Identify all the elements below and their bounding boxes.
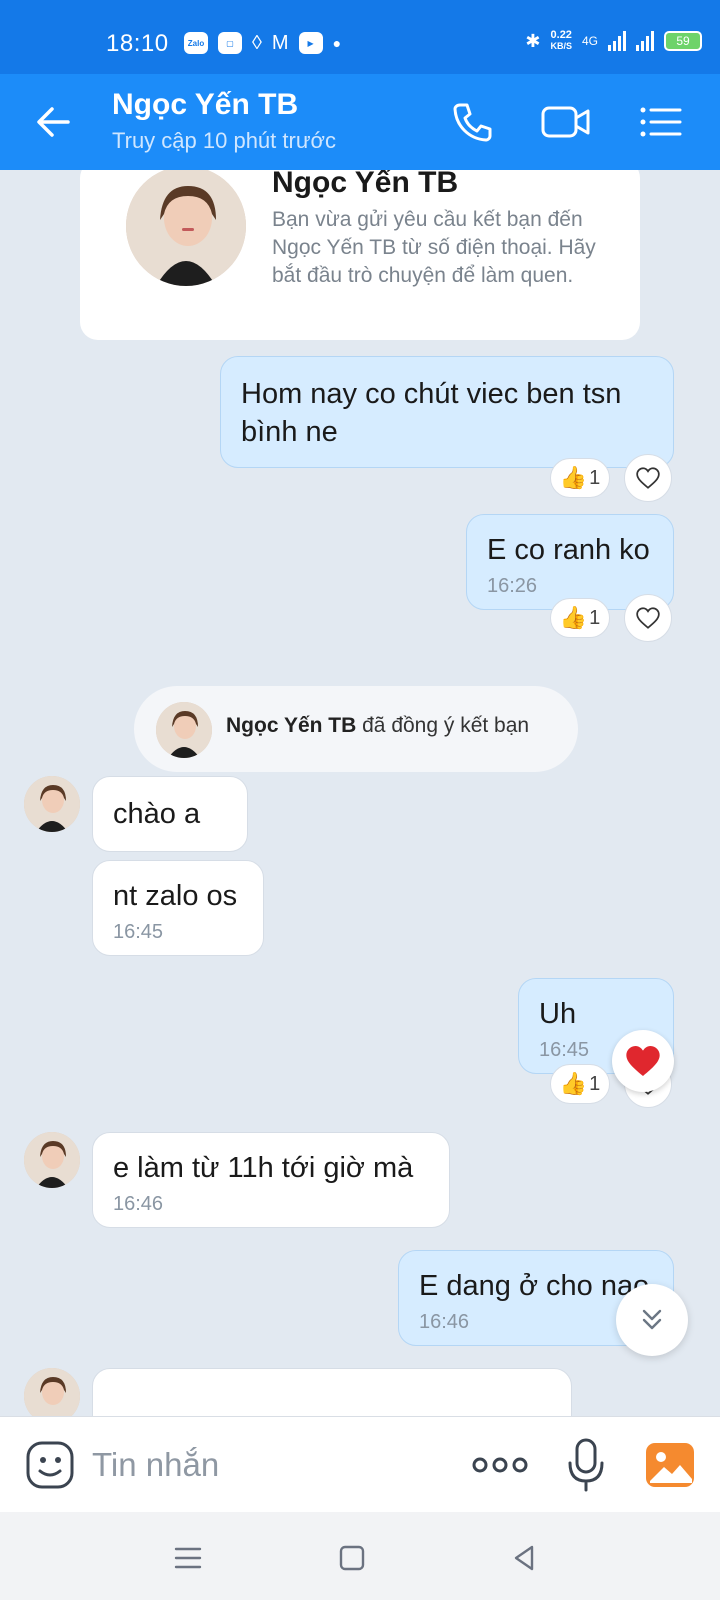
message-bubble-incoming[interactable]: chào a	[92, 776, 248, 852]
message-time: 16:26	[487, 575, 538, 597]
heart-reaction-animation	[612, 1030, 674, 1092]
message-text: Uh	[539, 998, 577, 1030]
back-arrow-icon[interactable]	[34, 102, 74, 142]
heart-outline-icon	[636, 467, 660, 489]
vpn-diamond-icon: ◊	[252, 32, 262, 54]
gmail-icon: M	[271, 32, 289, 54]
message-bubble-incoming[interactable]: e làm từ 11h tới giờ mà 16:46	[92, 1132, 450, 1228]
heart-reaction-button[interactable]	[624, 454, 672, 502]
message-time: 16:45	[113, 921, 164, 943]
bluetooth-icon: ✱	[525, 30, 541, 51]
message-text: e làm từ 11h tới giờ mà	[113, 1152, 414, 1184]
status-time: 18:10	[106, 30, 169, 57]
emoji-icon[interactable]	[24, 1439, 76, 1491]
youtube-icon: ▶	[298, 32, 323, 54]
scroll-to-bottom-button[interactable]	[616, 1284, 688, 1356]
status-bar: 18:10 Zalo ▢ ◊ M ▶ ● ✱ 0.22 KB/S 4G 59	[0, 0, 720, 74]
back-nav-icon[interactable]	[506, 1540, 542, 1576]
home-icon[interactable]	[334, 1540, 370, 1576]
menu-list-icon[interactable]	[636, 98, 684, 146]
notice-avatar	[156, 702, 212, 758]
video-call-icon[interactable]	[540, 98, 590, 146]
card-contact-name: Ngọc Yến TB	[272, 170, 459, 199]
heart-filled-icon	[626, 1046, 660, 1076]
message-input[interactable]	[92, 1441, 432, 1489]
message-bubble-incoming[interactable]	[92, 1368, 572, 1416]
contact-name[interactable]: Ngọc Yến TB	[112, 88, 298, 122]
message-input-bar	[0, 1416, 720, 1512]
reaction-like-count[interactable]: 👍 1	[550, 598, 610, 638]
battery-icon: 59	[664, 31, 702, 51]
reaction-like-count[interactable]: 👍 1	[550, 458, 610, 498]
message-text: chào a	[113, 798, 201, 830]
network-type: 4G	[581, 34, 598, 48]
more-dots-icon[interactable]	[472, 1453, 528, 1477]
last-seen-status: Truy cập 10 phút trước	[112, 128, 336, 153]
gallery-icon[interactable]	[644, 1439, 696, 1491]
message-text: E co ranh ko	[487, 534, 650, 566]
zalo-app-icon: Zalo	[184, 32, 208, 54]
notification-icons: Zalo ▢ ◊ M ▶ ●	[184, 32, 341, 54]
contact-avatar[interactable]	[24, 1368, 80, 1416]
message-bubble-outgoing[interactable]: Hom nay co chút viec ben tsn bình ne	[220, 356, 674, 468]
notice-contact-name: Ngọc Yến TB	[226, 714, 357, 737]
friend-request-card: Ngọc Yến TB Bạn vừa gửi yêu cầu kết bạn …	[80, 170, 640, 340]
system-navigation-bar	[0, 1512, 720, 1600]
chat-header: Ngọc Yến TB Truy cập 10 phút trước	[0, 74, 720, 170]
more-notifications-dot-icon: ●	[332, 35, 342, 51]
message-time: 16:46	[113, 1193, 164, 1215]
thumbs-up-icon: 👍	[559, 605, 588, 630]
card-description: Bạn vừa gửi yêu cầu kết bạn đến Ngọc Yến…	[272, 208, 596, 287]
notice-message: đã đồng ý kết bạn	[356, 714, 530, 737]
double-chevron-down-icon	[642, 1309, 662, 1330]
signal-4g-icon	[608, 31, 626, 51]
reaction-like-count[interactable]: 👍 1	[550, 1064, 610, 1104]
contact-avatar[interactable]	[126, 170, 246, 286]
network-speed: 0.22 KB/S	[550, 29, 572, 52]
thumbs-up-icon: 👍	[559, 1071, 588, 1096]
message-text: Hom nay co chút viec ben tsn bình ne	[241, 378, 622, 448]
message-text: nt zalo os	[113, 880, 238, 912]
chat-area[interactable]: Ngọc Yến TB Bạn vừa gửi yêu cầu kết bạn …	[0, 170, 720, 1416]
contact-avatar[interactable]	[24, 1132, 80, 1188]
phone-icon[interactable]	[448, 98, 496, 146]
contact-avatar[interactable]	[24, 776, 80, 832]
message-text: E dang ở cho nao	[419, 1270, 650, 1302]
friend-accepted-notice: Ngọc Yến TB đã đồng ý kết bạn	[134, 686, 578, 772]
thumbs-up-icon: 👍	[559, 465, 588, 490]
message-bubble-incoming[interactable]: nt zalo os 16:45	[92, 860, 264, 956]
system-status: ✱ 0.22 KB/S 4G 59	[525, 30, 702, 52]
signal-icon	[636, 31, 654, 51]
heart-outline-icon	[636, 607, 660, 629]
microphone-icon[interactable]	[566, 1437, 606, 1493]
chat-app-icon: ▢	[218, 32, 242, 54]
heart-reaction-button[interactable]	[624, 594, 672, 642]
recent-apps-icon[interactable]	[170, 1540, 206, 1576]
